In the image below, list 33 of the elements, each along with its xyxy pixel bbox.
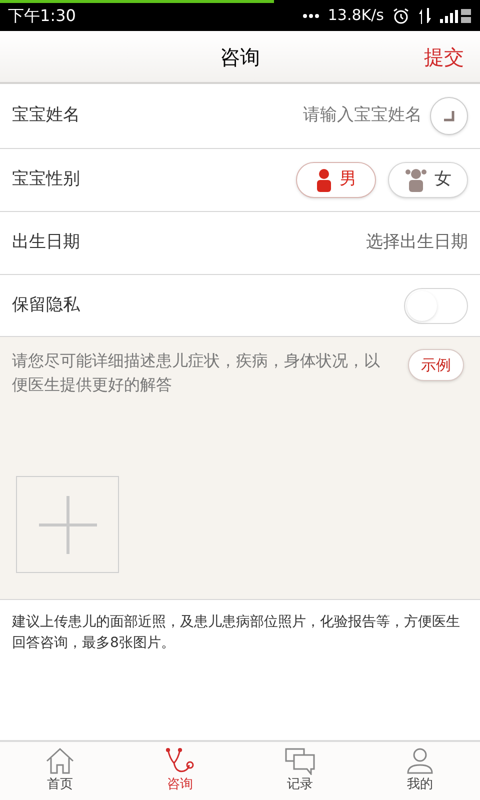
- status-time: 下午1:30: [8, 4, 76, 26]
- chat-bubbles-icon: [284, 747, 316, 776]
- tab-item[interactable]: 我的: [360, 742, 480, 800]
- boy-icon: [316, 168, 332, 192]
- field-label: 保留隐私: [12, 294, 80, 317]
- privacy-toggle[interactable]: [404, 288, 468, 324]
- tab-item[interactable]: 咨询: [120, 742, 240, 800]
- tab-item[interactable]: 首页: [0, 742, 120, 800]
- description-input[interactable]: 请您尽可能详细描述患儿症状，疾病，身体状况，以便医生提供更好的解答: [12, 349, 386, 401]
- name-input[interactable]: 请输入宝宝姓名: [80, 103, 422, 129]
- gender-option[interactable]: 男: [296, 162, 376, 198]
- field-label: 宝宝性别: [12, 168, 80, 192]
- network-speed: 13.8K/s: [328, 5, 384, 26]
- voice-button[interactable]: [430, 97, 468, 135]
- date-picker[interactable]: 选择出生日期: [366, 230, 468, 256]
- alarm-icon: [392, 6, 410, 24]
- page-title: 咨询: [220, 44, 260, 70]
- corner-icon: [443, 110, 455, 122]
- submit-button[interactable]: 提交: [424, 42, 464, 72]
- plus-icon: [38, 496, 96, 554]
- signal-icon: [440, 8, 472, 24]
- add-photo-button[interactable]: [16, 476, 119, 573]
- upload-hint: 建议上传患儿的面部近照，及患儿患病部位照片，化验报告等，方便医生回答咨询，最多8张图片。: [12, 613, 461, 653]
- tab-item[interactable]: 记录: [240, 742, 360, 800]
- field-label: 出生日期: [12, 231, 80, 254]
- home-icon: [45, 747, 75, 776]
- data-arrows-icon: [418, 8, 432, 24]
- more-dots-icon: [302, 12, 320, 18]
- gender-option[interactable]: 女: [388, 162, 468, 198]
- girl-icon: [404, 168, 426, 192]
- example-button[interactable]: 示例: [408, 349, 464, 381]
- field-label: 宝宝姓名: [12, 104, 80, 128]
- person-icon: [405, 747, 435, 776]
